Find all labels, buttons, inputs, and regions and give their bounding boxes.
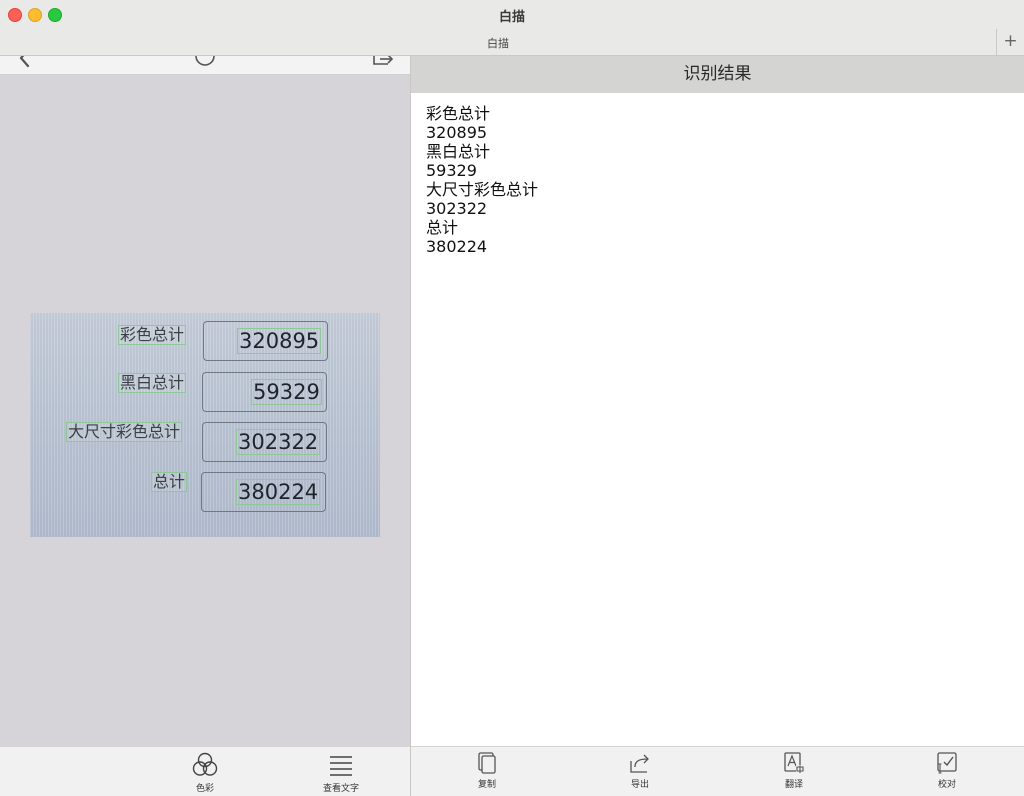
view-text-button-label: 查看文字 bbox=[322, 784, 359, 794]
ocr-label-box: 黑白总计 bbox=[118, 373, 187, 393]
proofread-button[interactable]: 校对 bbox=[912, 751, 982, 790]
result-line: 黑白总计 bbox=[426, 142, 491, 161]
export-button-label: 导出 bbox=[630, 780, 649, 790]
copy-icon bbox=[478, 752, 496, 774]
add-tab-button[interactable]: + bbox=[996, 29, 1024, 55]
ocr-label-box: 彩色总计 bbox=[118, 325, 187, 345]
ocr-value-box: 59329 bbox=[251, 379, 322, 405]
window-title: 白描 bbox=[498, 10, 525, 25]
translate-button[interactable]: 翻译 bbox=[759, 751, 829, 790]
result-line: 320895 bbox=[426, 123, 488, 142]
ocr-label-box: 大尺寸彩色总计 bbox=[66, 422, 183, 442]
translate-button-label: 翻译 bbox=[784, 780, 803, 790]
proofread-button-label: 校对 bbox=[937, 780, 956, 790]
export-button[interactable]: 导出 bbox=[605, 751, 675, 790]
color-circles-icon bbox=[192, 752, 218, 776]
result-line: 59329 bbox=[426, 161, 477, 180]
back-chevron-icon[interactable] bbox=[18, 56, 32, 69]
result-line: 大尺寸彩色总计 bbox=[426, 180, 539, 199]
title-bar: 白描 bbox=[0, 0, 1024, 29]
proofread-icon bbox=[937, 752, 957, 774]
tab-baimiao[interactable]: 白描 bbox=[0, 35, 996, 51]
result-text-area[interactable]: 彩色总计 320895 黑白总计 59329 大尺寸彩色总计 302322 总计… bbox=[426, 104, 1006, 256]
text-lines-icon bbox=[330, 756, 352, 776]
rotate-icon[interactable] bbox=[193, 56, 217, 68]
ocr-value-box: 380224 bbox=[236, 479, 321, 505]
ocr-value-box: 302322 bbox=[236, 429, 321, 455]
image-toolbar: 色彩 查看文字 bbox=[0, 746, 410, 796]
view-text-button[interactable]: 查看文字 bbox=[306, 751, 376, 794]
result-line: 总计 bbox=[426, 218, 459, 237]
ocr-label-box: 总计 bbox=[151, 472, 188, 492]
image-nav-bar bbox=[0, 56, 410, 75]
result-line: 彩色总计 bbox=[426, 104, 491, 123]
export-icon bbox=[630, 754, 649, 773]
image-pane: 彩色总计 320895 黑白总计 59329 大尺寸彩色总计 302322 总计… bbox=[0, 56, 410, 746]
result-line: 380224 bbox=[426, 237, 488, 256]
color-button-label: 色彩 bbox=[195, 784, 214, 794]
result-header: 识别结果 bbox=[411, 56, 1024, 93]
translate-icon bbox=[784, 752, 804, 773]
scanned-photo: 彩色总计 320895 黑白总计 59329 大尺寸彩色总计 302322 总计… bbox=[30, 313, 380, 537]
ocr-value-box: 320895 bbox=[237, 328, 322, 354]
result-toolbar: 复制 导出 翻译 校对 bbox=[411, 746, 1024, 796]
copy-button-label: 复制 bbox=[477, 780, 496, 790]
pane-divider[interactable] bbox=[410, 56, 411, 796]
copy-button[interactable]: 复制 bbox=[452, 751, 522, 790]
tab-bar: 白描 + bbox=[0, 29, 1024, 56]
share-icon[interactable] bbox=[372, 56, 396, 68]
result-line: 302322 bbox=[426, 199, 488, 218]
color-button[interactable]: 色彩 bbox=[170, 751, 240, 794]
